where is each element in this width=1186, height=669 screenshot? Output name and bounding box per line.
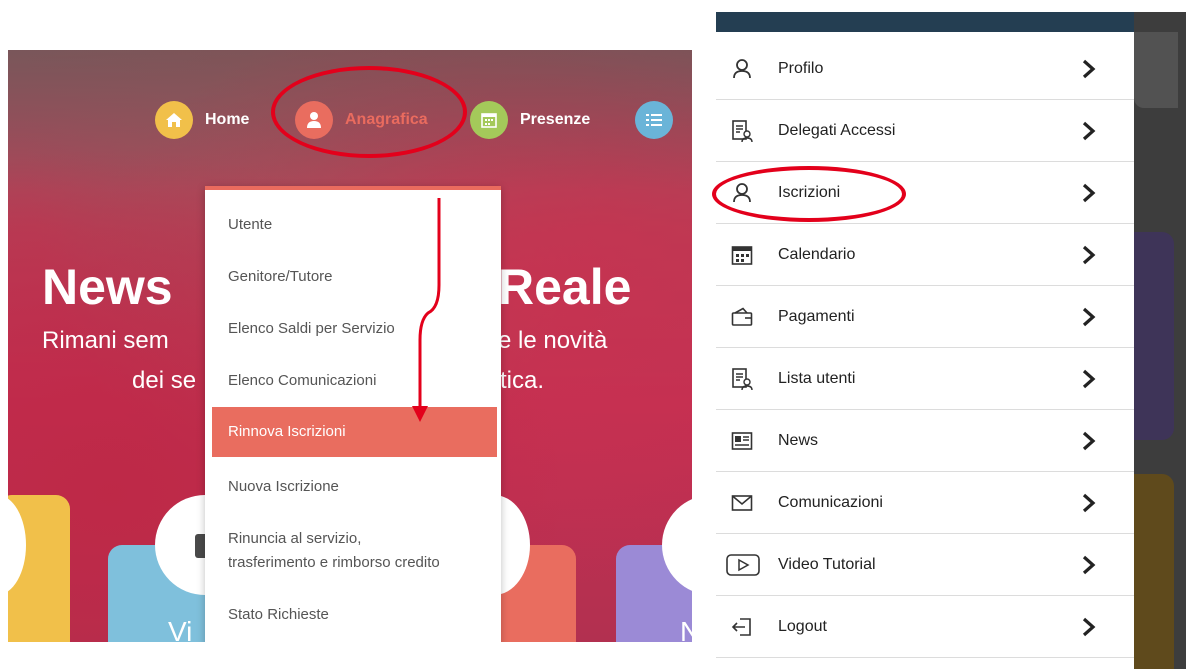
menu-item-profilo[interactable]: Profilo xyxy=(716,38,1134,100)
document-user-icon xyxy=(730,367,754,391)
annotation-ring-anagrafica xyxy=(271,66,467,158)
chevron-right-icon xyxy=(1080,119,1098,143)
play-icon xyxy=(726,553,760,577)
user-icon xyxy=(730,57,754,81)
document-user-icon xyxy=(730,119,754,143)
menu-item-label: Delegati Accessi xyxy=(778,121,896,139)
dropdown-item-stato-richieste[interactable]: Stato Richieste xyxy=(205,604,501,626)
wallet-icon xyxy=(730,305,754,329)
menu-item-label: Profilo xyxy=(778,59,824,77)
menu-item-label: Comunicazioni xyxy=(778,493,883,511)
dropdown-item-genitore-tutore[interactable]: Genitore/Tutore xyxy=(205,266,501,288)
hero-subtitle2-left: dei se xyxy=(132,367,197,394)
anagrafica-dropdown: Utente Genitore/Tutore Elenco Saldi per … xyxy=(205,186,501,642)
chevron-right-icon xyxy=(1080,181,1098,205)
nav-home[interactable]: Home xyxy=(155,100,249,140)
menu-item-calendario[interactable]: Calendario xyxy=(716,224,1134,286)
menu-item-video-tutorial[interactable]: Video Tutorial xyxy=(716,534,1134,596)
hero-subtitle-right: e le novità xyxy=(498,327,608,354)
menu-item-lista-utenti[interactable]: Lista utenti xyxy=(716,348,1134,410)
background-card-purple xyxy=(1134,232,1174,440)
menu-item-delegati-accessi[interactable]: Delegati Accessi xyxy=(716,100,1134,162)
nav-presenze[interactable]: Presenze xyxy=(470,100,590,140)
dropdown-item-elenco-saldi[interactable]: Elenco Saldi per Servizio xyxy=(205,318,501,340)
list-icon xyxy=(635,101,673,139)
envelope-icon xyxy=(730,491,754,515)
annotation-ring-iscrizioni xyxy=(712,166,906,222)
background-card-gold xyxy=(1134,474,1174,669)
hero-title-right: Reale xyxy=(498,259,632,315)
hero-title-left: News xyxy=(42,259,173,315)
chevron-right-icon xyxy=(1080,615,1098,639)
nav-menu[interactable] xyxy=(635,100,673,140)
home-icon xyxy=(155,101,193,139)
menu-item-label: Lista utenti xyxy=(778,369,856,387)
menu-item-label: Pagamenti xyxy=(778,307,855,325)
menu-item-label: Logout xyxy=(778,617,827,635)
hero-subtitle2-right: tica. xyxy=(500,367,545,394)
chevron-right-icon xyxy=(1080,491,1098,515)
background-card xyxy=(1134,32,1178,108)
menu-item-comunicazioni[interactable]: Comunicazioni xyxy=(716,472,1134,534)
dropdown-item-rinuncia-line1[interactable]: Rinuncia al servizio, xyxy=(205,528,501,550)
service-tile-label-right: N xyxy=(680,616,692,642)
chevron-right-icon xyxy=(1080,57,1098,81)
dropdown-item-rinuncia-line2[interactable]: trasferimento e rimborso credito xyxy=(205,552,501,574)
dropdown-item-nuova-iscrizione[interactable]: Nuova Iscrizione xyxy=(205,476,501,498)
menu-item-pagamenti[interactable]: Pagamenti xyxy=(716,286,1134,348)
calendar-icon xyxy=(730,243,754,267)
mobile-app-panel: Profilo Delegati Accessi Iscrizioni Cale… xyxy=(716,12,1186,669)
side-menu: Profilo Delegati Accessi Iscrizioni Cale… xyxy=(716,32,1134,669)
chevron-right-icon xyxy=(1080,429,1098,453)
nav-home-label: Home xyxy=(205,111,250,128)
menu-item-logout[interactable]: Logout xyxy=(716,596,1134,658)
annotation-arrow xyxy=(412,198,441,422)
nav-presenze-label: Presenze xyxy=(520,111,591,128)
chevron-right-icon xyxy=(1080,243,1098,267)
hero-subtitle-left: Rimani sem xyxy=(42,327,169,354)
menu-item-news[interactable]: News xyxy=(716,410,1134,472)
service-tile-label-left: Vi xyxy=(168,616,193,642)
newspaper-icon xyxy=(730,429,754,453)
menu-header-strip xyxy=(716,12,1134,32)
chevron-right-icon xyxy=(1080,305,1098,329)
dropdown-item-elenco-comunicazioni[interactable]: Elenco Comunicazioni xyxy=(205,370,501,392)
chevron-right-icon xyxy=(1080,367,1098,391)
dropdown-item-rinnova-iscrizioni[interactable]: Rinnova Iscrizioni xyxy=(212,407,497,457)
chevron-right-icon xyxy=(1080,553,1098,577)
menu-item-label: News xyxy=(778,431,819,449)
menu-item-label: Calendario xyxy=(778,245,856,263)
logout-icon xyxy=(730,615,754,639)
menu-item-label: Video Tutorial xyxy=(778,555,876,573)
calendar-icon xyxy=(470,101,508,139)
dropdown-item-utente[interactable]: Utente xyxy=(205,214,501,236)
